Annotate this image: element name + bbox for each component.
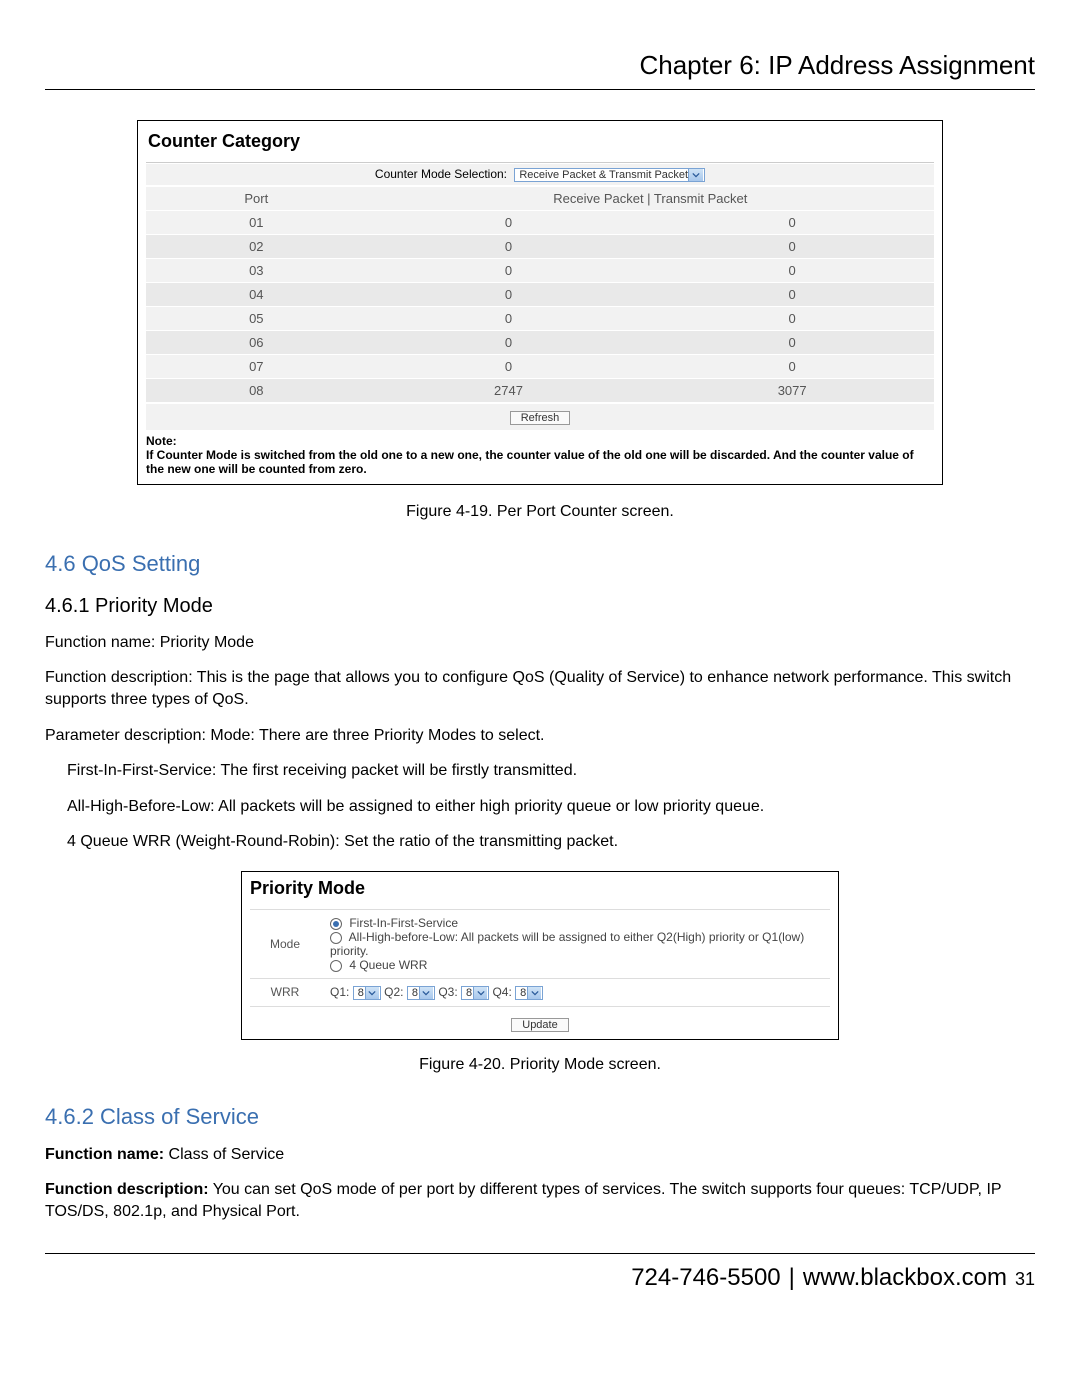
mode-first-in: First-In-First-Service: The first receiv…: [45, 760, 1035, 782]
q3-label: Q3:: [438, 985, 457, 999]
port-column-header: Port: [146, 186, 367, 210]
radio-4queue-wrr[interactable]: [330, 960, 342, 972]
priority-function-description: Function description: This is the page t…: [45, 667, 1035, 710]
q4-select[interactable]: 8: [515, 986, 543, 1000]
tx-cell: 0: [650, 306, 934, 330]
rx-cell: 0: [367, 234, 651, 258]
cos-function-name: Function name: Class of Service: [45, 1144, 1035, 1166]
rx-cell: 0: [367, 282, 651, 306]
footer-url: www.blackbox.com: [803, 1264, 1007, 1292]
chapter-title: Chapter 6: IP Address Assignment: [45, 50, 1035, 90]
refresh-button[interactable]: Refresh: [510, 411, 571, 425]
chevron-down-icon: [473, 987, 487, 999]
tx-cell: 3077: [650, 378, 934, 402]
chevron-down-icon: [419, 987, 433, 999]
rx-cell: 0: [367, 306, 651, 330]
footer-page-number: 31: [1015, 1269, 1035, 1290]
chevron-down-icon: [365, 987, 379, 999]
update-button[interactable]: Update: [511, 1018, 568, 1032]
mode-wrr: 4 Queue WRR (Weight-Round-Robin): Set th…: [45, 831, 1035, 853]
radio-all-high[interactable]: [330, 932, 342, 944]
mode-row-label: Mode: [250, 909, 320, 978]
table-row: 0300: [146, 258, 934, 282]
table-row: 0200: [146, 234, 934, 258]
q1-select[interactable]: 8: [353, 986, 381, 1000]
figure-4-20-caption: Figure 4-20. Priority Mode screen.: [45, 1056, 1035, 1074]
rx-cell: 0: [367, 330, 651, 354]
counter-note-head: Note:: [146, 434, 177, 448]
wrr-row-values: Q1: 8 Q2: 8 Q3: 8 Q4:: [320, 978, 830, 1005]
priority-mode-panel-title: Priority Mode: [250, 878, 830, 909]
counter-note-body: If Counter Mode is switched from the old…: [146, 448, 914, 476]
rx-cell: 0: [367, 354, 651, 378]
counter-category-heading: Counter Category: [146, 127, 934, 162]
q1-label: Q1:: [330, 985, 349, 999]
priority-param-description: Parameter description: Mode: There are t…: [45, 725, 1035, 747]
radio-first-in-label: First-In-First-Service: [349, 916, 458, 930]
tx-cell: 0: [650, 210, 934, 234]
priority-mode-panel: Priority Mode Mode First-In-First-Servic…: [241, 871, 839, 1040]
cos-func-name-bold: Function name:: [45, 1146, 164, 1163]
tx-cell: 0: [650, 354, 934, 378]
rx-cell: 0: [367, 210, 651, 234]
priority-mode-heading: 4.6.1 Priority Mode: [45, 595, 1035, 618]
counter-mode-selection-label: Counter Mode Selection:: [375, 167, 507, 181]
counter-mode-select[interactable]: Receive Packet & Transmit Packet: [514, 168, 705, 182]
table-row: 0400: [146, 282, 934, 306]
class-of-service-heading: 4.6.2 Class of Service: [45, 1104, 1035, 1130]
chevron-down-icon: [527, 987, 541, 999]
tx-cell: 0: [650, 330, 934, 354]
counter-mode-selection-row: Counter Mode Selection: Receive Packet &…: [146, 163, 934, 186]
port-cell: 07: [146, 354, 367, 378]
table-row: 0500: [146, 306, 934, 330]
tx-cell: 0: [650, 258, 934, 282]
priority-function-name: Function name: Priority Mode: [45, 632, 1035, 654]
port-cell: 04: [146, 282, 367, 306]
table-row: 0100: [146, 210, 934, 234]
chevron-down-icon: [688, 169, 703, 181]
table-row: 0600: [146, 330, 934, 354]
figure-4-19-caption: Figure 4-19. Per Port Counter screen.: [45, 503, 1035, 521]
wrr-row-label: WRR: [250, 978, 320, 1005]
radio-4queue-wrr-label: 4 Queue WRR: [349, 958, 427, 972]
radio-first-in[interactable]: [330, 918, 342, 930]
q2-select[interactable]: 8: [407, 986, 435, 1000]
port-cell: 08: [146, 378, 367, 402]
port-cell: 01: [146, 210, 367, 234]
q3-select[interactable]: 8: [461, 986, 489, 1000]
counter-category-panel: Counter Category Counter Mode Selection:…: [137, 120, 943, 485]
metric-column-header: Receive Packet | Transmit Packet: [367, 186, 934, 210]
q2-label: Q2:: [384, 985, 403, 999]
port-counter-table: Port Receive Packet | Transmit Packet 01…: [146, 186, 934, 403]
q4-label: Q4:: [492, 985, 511, 999]
table-row: 0827473077: [146, 378, 934, 402]
port-cell: 02: [146, 234, 367, 258]
footer-separator: |: [789, 1264, 795, 1292]
port-cell: 06: [146, 330, 367, 354]
cos-func-name-val: Class of Service: [164, 1146, 284, 1163]
cos-func-desc-bold: Function description:: [45, 1181, 209, 1198]
footer-phone: 724-746-5500: [631, 1264, 780, 1292]
mode-all-high: All-High-Before-Low: All packets will be…: [45, 796, 1035, 818]
port-cell: 05: [146, 306, 367, 330]
table-row: 0700: [146, 354, 934, 378]
radio-all-high-label: All-High-before-Low: All packets will be…: [330, 930, 804, 958]
page-footer: 724-746-5500 | www.blackbox.com 31: [45, 1264, 1035, 1292]
tx-cell: 0: [650, 234, 934, 258]
counter-mode-select-value: Receive Packet & Transmit Packet: [519, 169, 688, 181]
rx-cell: 2747: [367, 378, 651, 402]
qos-setting-heading: 4.6 QoS Setting: [45, 551, 1035, 577]
port-cell: 03: [146, 258, 367, 282]
tx-cell: 0: [650, 282, 934, 306]
rx-cell: 0: [367, 258, 651, 282]
counter-note: Note: If Counter Mode is switched from t…: [146, 434, 934, 476]
cos-function-description: Function description: You can set QoS mo…: [45, 1179, 1035, 1222]
